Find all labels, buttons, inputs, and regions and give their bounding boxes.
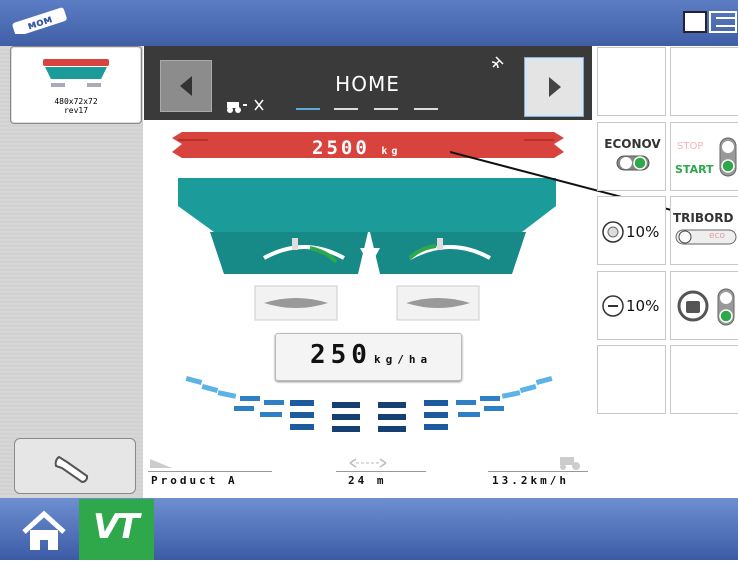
thumbnail-line1: 480x72x72 (54, 97, 98, 106)
product-name: Product A (151, 474, 238, 487)
hopper-weight: 2500 kg (312, 137, 401, 159)
start-label: START (675, 163, 714, 176)
rate-adjust-button[interactable]: 10% (597, 271, 666, 340)
stop-start-button[interactable]: STOP START (670, 122, 738, 191)
stop-start-switch-icon (719, 137, 737, 177)
hopper-weight-value: 2500 (312, 137, 370, 159)
settings-button[interactable] (14, 438, 136, 494)
spreader-diagram (172, 132, 564, 432)
implement-thumbnail[interactable]: 480x72x72 rev17 (10, 46, 142, 124)
hopper-body (178, 178, 556, 232)
grid-cell-empty-1[interactable] (597, 47, 666, 116)
vt-label: VT (93, 507, 139, 547)
virtual-terminal-button[interactable]: VT (79, 499, 154, 560)
page-title: HOME (335, 72, 400, 96)
stop-label: STOP (677, 141, 704, 152)
thumbnail-line2: rev17 (63, 106, 89, 115)
adjust2-value: 10% (626, 297, 660, 315)
window-layout-icon[interactable] (678, 10, 738, 36)
arrow-right-icon (549, 77, 561, 97)
econov-label: ECONOV (604, 137, 661, 151)
weigh-switch-icon (717, 288, 735, 326)
wrench-icon (54, 455, 89, 483)
application-rate-button[interactable]: 250 kg/ha (275, 333, 462, 381)
width-arrows-icon (349, 458, 387, 468)
home-icon (22, 510, 66, 550)
eco-label: eco (709, 231, 725, 241)
disc-speed-adjust-button[interactable]: 10% (597, 196, 666, 265)
minus-circle-icon (602, 295, 624, 317)
svg-text:ᴍᴏᴍ: ᴍᴏᴍ (26, 12, 54, 32)
page-indicator-1 (296, 108, 320, 110)
spinner-disc-icon (602, 221, 624, 243)
grid-cell-empty-3[interactable] (597, 345, 666, 414)
rate-value: 250 (310, 340, 372, 370)
home-button[interactable] (10, 502, 78, 560)
grid-cell-empty-2[interactable] (670, 47, 738, 116)
tribord-eco-toggle-icon (675, 229, 737, 245)
brand-logo: ᴍᴏᴍ (12, 7, 67, 34)
page-indicator-3 (374, 108, 398, 110)
weighing-button[interactable] (670, 271, 738, 340)
grid-cell-empty-4[interactable] (670, 345, 738, 414)
tribord-button[interactable]: TRIBORD eco (670, 196, 738, 265)
top-bar (0, 0, 738, 46)
status-divider-1 (148, 471, 272, 472)
page-indicator-2 (334, 108, 358, 110)
page-indicator-4 (414, 108, 438, 110)
econov-button[interactable]: ECONOV (597, 122, 666, 191)
ground-speed: 13.2km/h (492, 474, 569, 487)
rate-unit: kg/ha (374, 353, 433, 366)
status-divider-2 (336, 471, 426, 472)
adjust1-value: 10% (626, 223, 660, 241)
satellite-icon (491, 56, 504, 69)
weigh-cycle-icon (677, 290, 709, 322)
product-level-icon (150, 459, 172, 468)
tribord-label: TRIBORD (673, 211, 734, 225)
econov-toggle-icon (616, 155, 650, 171)
hopper-weight-unit: kg (381, 146, 402, 157)
spreader-thumb-icon (43, 59, 109, 87)
arrow-left-icon (180, 76, 192, 96)
tractor-speed-icon (560, 457, 580, 470)
prev-page-button[interactable] (160, 60, 212, 112)
status-divider-3 (488, 471, 588, 472)
tractor-gps-icon (227, 99, 264, 113)
next-page-button[interactable] (525, 58, 583, 116)
working-width: 24 m (348, 474, 387, 487)
